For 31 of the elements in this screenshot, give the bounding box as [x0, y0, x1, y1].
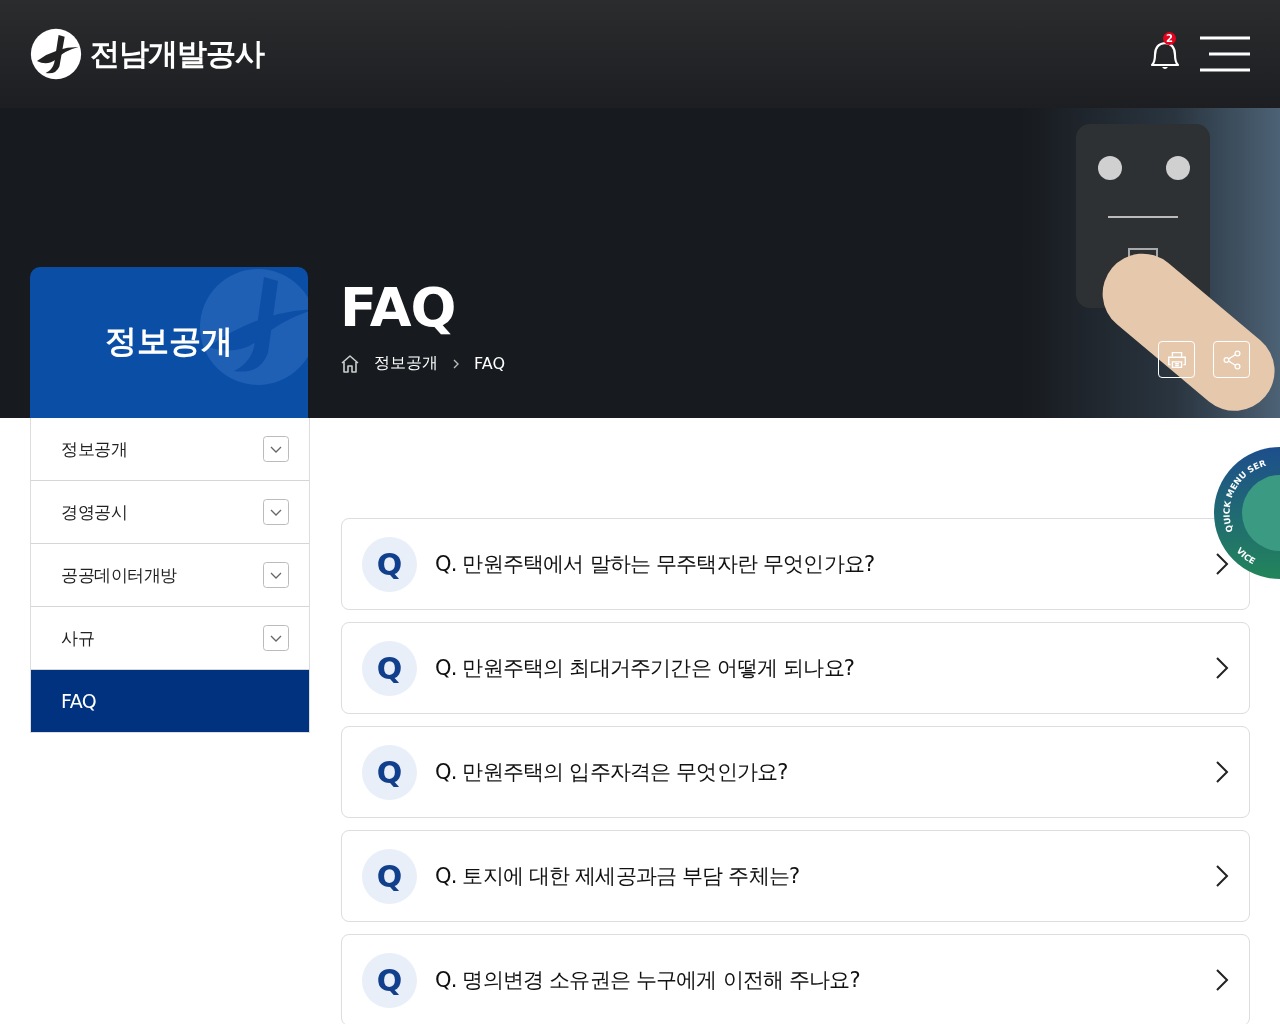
sidebar-item[interactable]: 공공데이터개방	[31, 544, 309, 607]
page-title: FAQ	[340, 281, 457, 335]
sidebar-item[interactable]: FAQ	[31, 670, 309, 732]
sidebar-item[interactable]: 경영공시	[31, 481, 309, 544]
breadcrumb-link[interactable]: 정보공개	[374, 353, 438, 374]
chevron-right-icon	[1215, 760, 1229, 784]
question-mark-badge: Q	[362, 640, 417, 696]
menu-button[interactable]	[1200, 36, 1250, 72]
question-mark-badge: Q	[362, 848, 417, 904]
breadcrumb-link[interactable]: FAQ	[474, 354, 505, 373]
question-mark-badge: Q	[362, 536, 417, 592]
chevron-right-icon	[452, 357, 460, 370]
menu-icon	[1200, 36, 1250, 72]
chevron-right-icon	[1215, 968, 1229, 992]
faq-question-item[interactable]: Q Q. 만원주택의 최대거주기간은 어떻게 되나요?	[341, 622, 1250, 714]
logo-text[interactable]: 전남개발공사	[90, 33, 264, 75]
question-mark-badge: Q	[362, 952, 417, 1008]
sidebar-item[interactable]: 정보공개	[31, 418, 309, 481]
notification-button[interactable]: 2	[1148, 34, 1182, 74]
faq-question-item[interactable]: Q Q. 명의변경 소유권은 누구에게 이전해 주나요?	[341, 934, 1250, 1024]
home-icon[interactable]	[340, 353, 360, 374]
logo-icon	[30, 28, 82, 80]
section-title: 정보공개	[105, 320, 233, 362]
print-button[interactable]	[1158, 341, 1195, 378]
faq-question-item[interactable]: Q Q. 토지에 대한 제세공과금 부담 주체는?	[341, 830, 1250, 922]
question-mark-badge: Q	[362, 744, 417, 800]
notification-badge: 2	[1163, 32, 1176, 45]
chevron-right-icon	[1215, 656, 1229, 680]
chevron-right-icon	[1215, 864, 1229, 888]
faq-question-item[interactable]: Q Q. 만원주택의 입주자격은 무엇인가요?	[341, 726, 1250, 818]
chevron-right-icon	[1215, 552, 1229, 576]
